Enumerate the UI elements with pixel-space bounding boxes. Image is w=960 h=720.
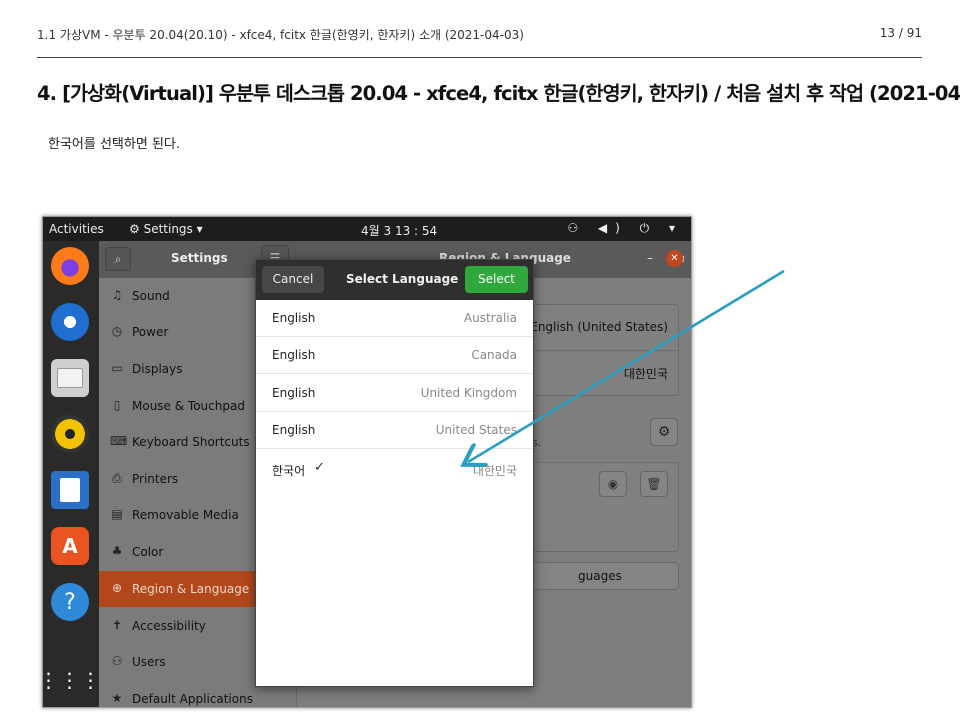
firefox-icon[interactable] xyxy=(51,247,89,285)
formats-value[interactable]: 대한민국 xyxy=(624,365,668,382)
select-language-dialog: Cancel Select Language Select English Au… xyxy=(255,259,534,687)
sidebar-item-label: Mouse & Touchpad xyxy=(132,399,245,413)
power-icon: ◷ xyxy=(111,324,123,338)
clock[interactable]: 4월 3 13 : 54 xyxy=(361,222,437,239)
select-button[interactable]: Select xyxy=(465,266,528,293)
language-name: 한국어 xyxy=(272,464,306,478)
gear-icon[interactable]: ⚙ xyxy=(650,418,678,446)
language-row[interactable]: English Canada xyxy=(256,337,533,374)
header-divider xyxy=(37,57,922,58)
document-header-title: 1.1 가상VM - 우분투 20.04(20.10) - xfce4, fci… xyxy=(37,28,524,42)
language-name: English xyxy=(272,311,316,325)
document-header: 1.1 가상VM - 우분투 20.04(20.10) - xfce4, fci… xyxy=(37,26,922,46)
language-country: Canada xyxy=(471,348,517,362)
language-country: United Kingdom xyxy=(420,386,517,400)
language-name: English xyxy=(272,423,316,437)
sidebar-item-label: Sound xyxy=(132,289,170,303)
dialog-header: Cancel Select Language Select xyxy=(256,260,533,300)
display-icon: ▭ xyxy=(111,361,123,375)
color-icon: ♣ xyxy=(111,544,123,558)
ubuntu-software-icon[interactable]: A xyxy=(51,527,89,565)
usb-drive-icon: ▤ xyxy=(111,507,123,521)
sidebar-item-label: Color xyxy=(132,545,164,559)
language-name: English xyxy=(272,348,316,362)
rhythmbox-icon[interactable] xyxy=(51,415,89,453)
trash-icon[interactable]: 🗑 xyxy=(640,471,668,497)
language-row-korean[interactable]: 한국어 ✓ 대한민국 xyxy=(256,451,533,488)
section-title: 4. [가상화(Virtual)] 우분투 데스크톱 20.04 - xfce4… xyxy=(37,82,960,105)
sidebar-item-label: Users xyxy=(132,655,166,669)
sidebar-item-label: Default Applications xyxy=(132,692,253,706)
page-number: 13 / 91 xyxy=(879,26,922,40)
star-icon: ★ xyxy=(111,691,123,705)
eye-icon[interactable]: ◉ xyxy=(599,471,627,497)
mouse-icon: ▯ xyxy=(113,398,121,412)
body-text: 한국어를 선택하면 된다. xyxy=(48,137,180,152)
sidebar-item-label: Removable Media xyxy=(132,508,239,522)
language-country: 대한민국 xyxy=(472,464,517,478)
help-icon[interactable]: ? xyxy=(51,583,89,621)
gnome-top-bar: Activities ⚙ Settings ▾ 4월 3 13 : 54 ⚇ ◀… xyxy=(43,217,691,241)
sidebar-item-label: Displays xyxy=(132,362,183,376)
app-menu-settings[interactable]: ⚙ Settings ▾ xyxy=(129,222,203,236)
thunderbird-icon[interactable] xyxy=(51,303,89,341)
language-name: English xyxy=(272,386,316,400)
files-icon[interactable] xyxy=(51,359,89,397)
dialog-title: Select Language xyxy=(346,272,459,286)
accessibility-icon: ✝ xyxy=(111,618,123,632)
sidebar-item-label: Region & Language xyxy=(132,582,250,596)
sidebar-item-label: Keyboard Shortcuts xyxy=(132,435,250,449)
language-row[interactable]: English Australia xyxy=(256,300,533,337)
activities-button[interactable]: Activities xyxy=(49,222,104,236)
music-note-icon: ♫ xyxy=(111,288,123,302)
checkmark-icon: ✓ xyxy=(314,460,325,475)
language-country: United States xyxy=(435,423,517,437)
sidebar-item-label: Printers xyxy=(132,472,179,486)
language-country: Australia xyxy=(463,311,517,325)
users-icon: ⚇ xyxy=(111,654,123,668)
search-button[interactable]: ⌕ xyxy=(105,247,131,271)
sidebar-item-label: Accessibility xyxy=(132,619,206,633)
globe-icon: ⊕ xyxy=(111,581,123,595)
close-icon[interactable]: ✕ xyxy=(666,250,683,267)
embedded-screenshot: Activities ⚙ Settings ▾ 4월 3 13 : 54 ⚇ ◀… xyxy=(42,216,692,708)
cancel-button[interactable]: Cancel xyxy=(262,266,324,293)
language-row[interactable]: English United States xyxy=(256,412,533,449)
system-tray-icons[interactable]: ⚇ ◀) ⏻ ▾ xyxy=(567,221,683,236)
printer-icon: ⎙ xyxy=(112,471,122,485)
sidebar-item-label: Power xyxy=(132,325,169,339)
language-row[interactable]: English United Kingdom xyxy=(256,375,533,412)
manage-languages-label: guages xyxy=(578,569,622,583)
keyboard-icon: ⌨ xyxy=(110,434,128,448)
show-applications-icon[interactable]: ⋮⋮⋮ xyxy=(43,661,101,699)
minimize-icon[interactable]: – xyxy=(647,251,653,265)
settings-title: Settings xyxy=(171,251,228,265)
libreoffice-writer-icon[interactable] xyxy=(51,471,89,509)
dock: A ? ⋮⋮⋮ xyxy=(43,241,101,707)
language-value[interactable]: English (United States) xyxy=(530,320,668,334)
